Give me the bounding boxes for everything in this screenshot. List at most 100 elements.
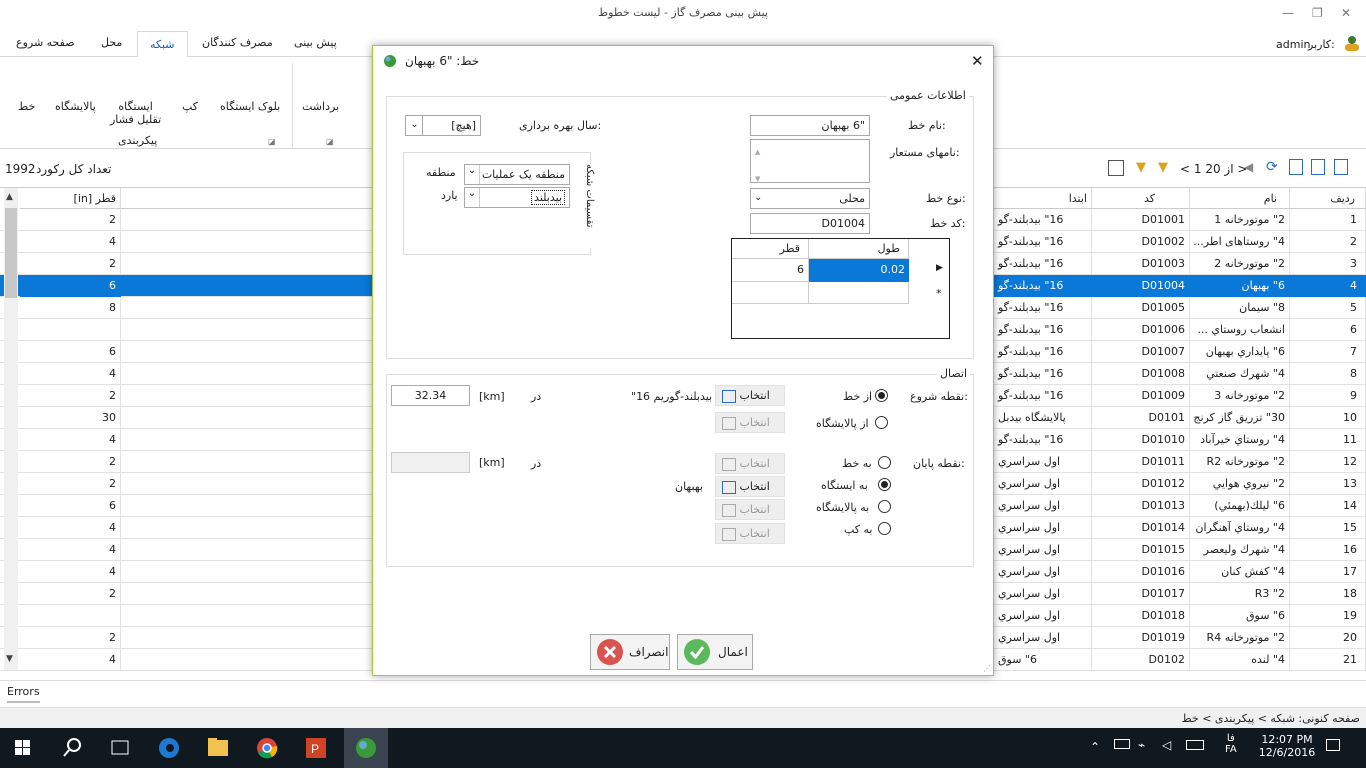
cell-diameter[interactable]: 4 bbox=[20, 649, 121, 671]
cell-row-number[interactable]: 2 bbox=[1290, 231, 1366, 253]
dialog-close-icon[interactable]: ✕ bbox=[971, 52, 984, 70]
alias-textarea[interactable]: ▲ ▼ bbox=[750, 139, 870, 183]
cell-name[interactable]: 2" موتورخانه 1 bbox=[1190, 209, 1290, 231]
refinery-button[interactable]: پالایشگاه bbox=[55, 100, 96, 113]
cell-name[interactable]: 4" روستاي خيرآباد bbox=[1190, 429, 1290, 451]
cell-code[interactable]: D01011 bbox=[1092, 451, 1190, 473]
volume-icon[interactable]: ◁ bbox=[1162, 738, 1171, 752]
cell-row-number[interactable]: 14 bbox=[1290, 495, 1366, 517]
cell-start[interactable]: 16" بیدبلند-گو bbox=[994, 209, 1092, 231]
cell-row-number[interactable]: 4 bbox=[1290, 275, 1366, 297]
line-button[interactable]: خط bbox=[18, 100, 35, 113]
cell-code[interactable]: D01006 bbox=[1092, 319, 1190, 341]
cell-row-number[interactable]: 7 bbox=[1290, 341, 1366, 363]
cell-start[interactable]: اول سراسري bbox=[994, 561, 1092, 583]
cell-start[interactable]: 16" بیدبلند-گو bbox=[994, 275, 1092, 297]
cell-name[interactable]: 30" تزریق گاز کرنج bbox=[1190, 407, 1290, 429]
clock[interactable]: 12:07 PM 12/6/2016 bbox=[1252, 733, 1322, 759]
cell-diameter[interactable]: 2 bbox=[20, 385, 121, 407]
harvest-button[interactable]: برداشت bbox=[302, 100, 339, 113]
cell-row-number[interactable]: 11 bbox=[1290, 429, 1366, 451]
region-chevron-down-icon[interactable]: ⌄ bbox=[465, 165, 480, 184]
cell-code[interactable]: D01013 bbox=[1092, 495, 1190, 517]
cell-diameter[interactable]: 4 bbox=[20, 231, 121, 253]
minimize-button[interactable]: — bbox=[1282, 6, 1294, 20]
search-icon[interactable] bbox=[50, 728, 94, 768]
apply-button[interactable]: اعمال bbox=[677, 634, 753, 670]
end-option-line-radio[interactable] bbox=[878, 456, 891, 469]
cell-name[interactable]: 2" موتورخانه R4 bbox=[1190, 627, 1290, 649]
end-kp-pick-button[interactable]: انتخاب bbox=[715, 523, 785, 544]
cell-row-number[interactable]: 18 bbox=[1290, 583, 1366, 605]
cell-name[interactable]: 2" موتورخانه 2 bbox=[1190, 253, 1290, 275]
cell-diameter[interactable]: 2 bbox=[20, 473, 121, 495]
cell-diameter[interactable]: 4 bbox=[20, 561, 121, 583]
cell-code[interactable]: D01005 bbox=[1092, 297, 1190, 319]
language-indicator[interactable]: فا FA bbox=[1225, 733, 1237, 755]
station-block-button[interactable]: بلوک ایستگاه bbox=[220, 100, 280, 113]
tab-location[interactable]: محل bbox=[101, 36, 122, 49]
start-pick-button[interactable]: انتخاب bbox=[715, 385, 785, 406]
errors-tab[interactable]: Errors bbox=[7, 685, 40, 703]
cell-diameter[interactable]: 2 bbox=[20, 583, 121, 605]
cell-code[interactable]: D01004 bbox=[1092, 275, 1190, 297]
cell-name[interactable]: 4" شهرك وليعصر bbox=[1190, 539, 1290, 561]
cell-row-number[interactable]: 16 bbox=[1290, 539, 1366, 561]
edge-icon[interactable] bbox=[147, 728, 191, 768]
segment-length-cell[interactable]: 0.02 bbox=[809, 259, 909, 282]
start-icon[interactable] bbox=[0, 728, 44, 768]
cell-diameter[interactable]: 2 bbox=[20, 451, 121, 473]
end-km-input[interactable] bbox=[391, 452, 470, 473]
cell-name[interactable]: 4" كفش كنان bbox=[1190, 561, 1290, 583]
cell-start[interactable]: اول سراسري bbox=[994, 517, 1092, 539]
cell-start[interactable]: 16" بیدبلند-گو bbox=[994, 385, 1092, 407]
cell-diameter[interactable]: 4 bbox=[20, 539, 121, 561]
cell-diameter[interactable]: 6 bbox=[20, 341, 121, 363]
cell-row-number[interactable]: 20 bbox=[1290, 627, 1366, 649]
cell-name[interactable]: 8" سیمان bbox=[1190, 297, 1290, 319]
cell-diameter[interactable] bbox=[20, 319, 121, 341]
start-option-from-line-radio[interactable] bbox=[875, 389, 888, 402]
alias-scroll-up-icon[interactable]: ▲ bbox=[755, 143, 760, 162]
end-option-refinery-radio[interactable] bbox=[878, 500, 891, 513]
cell-code[interactable]: D01001 bbox=[1092, 209, 1190, 231]
header-diameter[interactable]: قطر [in] bbox=[20, 188, 121, 209]
cancel-button[interactable]: انصراف bbox=[590, 634, 670, 670]
cell-code[interactable]: D01016 bbox=[1092, 561, 1190, 583]
cell-diameter[interactable]: 30 bbox=[20, 407, 121, 429]
cell-row-number[interactable]: 1 bbox=[1290, 209, 1366, 231]
filter-icon[interactable]: ▼ bbox=[1136, 160, 1146, 175]
scroll-down-icon[interactable]: ▼ bbox=[6, 654, 13, 664]
end-station-pick-button[interactable]: انتخاب bbox=[715, 476, 785, 497]
tray-chevron-icon[interactable]: ⌃ bbox=[1090, 740, 1100, 754]
cell-start[interactable]: اول سراسري bbox=[994, 627, 1092, 649]
edit-icon[interactable] bbox=[1311, 159, 1325, 175]
cell-diameter[interactable]: 2 bbox=[20, 253, 121, 275]
app-taskbar-icon[interactable] bbox=[344, 728, 388, 768]
cell-diameter[interactable]: 6 bbox=[20, 275, 121, 297]
pressure-station-button[interactable]: ایستگاه تقلیل فشار bbox=[110, 100, 161, 126]
resize-grip-icon[interactable]: ⋰ bbox=[983, 664, 991, 673]
line-name-input[interactable]: "6 بهبهان bbox=[750, 115, 870, 136]
cell-diameter[interactable]: 6 bbox=[20, 495, 121, 517]
cell-row-number[interactable]: 9 bbox=[1290, 385, 1366, 407]
cell-row-number[interactable]: 13 bbox=[1290, 473, 1366, 495]
segment-new-length-cell[interactable] bbox=[809, 282, 909, 304]
cell-start[interactable]: 16" بیدبلند-گو bbox=[994, 319, 1092, 341]
cell-start[interactable]: 6" سوق bbox=[994, 649, 1092, 671]
cell-name[interactable]: 6" پايداري بهبهان bbox=[1190, 341, 1290, 363]
cell-start[interactable]: اول سراسري bbox=[994, 473, 1092, 495]
cell-start[interactable]: اول سراسري bbox=[994, 605, 1092, 627]
grid-scrollbar[interactable]: ▲ ▼ bbox=[4, 188, 18, 670]
cell-row-number[interactable]: 8 bbox=[1290, 363, 1366, 385]
cell-start[interactable]: 16" بیدبلند-گو bbox=[994, 429, 1092, 451]
cell-code[interactable]: D01018 bbox=[1092, 605, 1190, 627]
battery-icon[interactable] bbox=[1114, 739, 1130, 749]
end-line-pick-button[interactable]: انتخاب bbox=[715, 453, 785, 474]
cell-row-number[interactable]: 3 bbox=[1290, 253, 1366, 275]
cell-code[interactable]: D01015 bbox=[1092, 539, 1190, 561]
cell-diameter[interactable]: 8 bbox=[20, 297, 121, 319]
cell-code[interactable]: D01010 bbox=[1092, 429, 1190, 451]
cell-code[interactable]: D01008 bbox=[1092, 363, 1190, 385]
line-type-chevron-down-icon[interactable]: ⌄ bbox=[754, 192, 762, 203]
